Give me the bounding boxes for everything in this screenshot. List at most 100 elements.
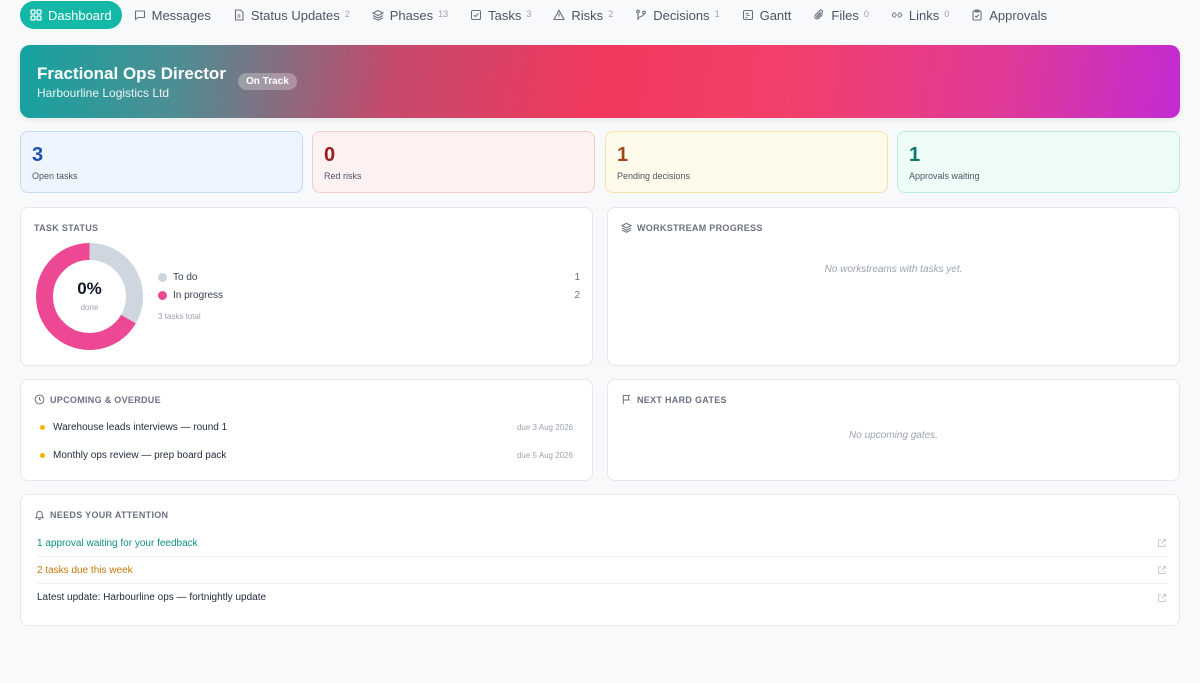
item-label: Warehouse leads interviews — round 1: [53, 421, 228, 433]
tab-approvals[interactable]: Approvals: [961, 1, 1057, 29]
hard-gates-panel: NEXT HARD GATES No upcoming gates.: [607, 379, 1180, 481]
client-name: Harbourline Logistics Ltd: [37, 86, 170, 100]
tab-dashboard[interactable]: Dashboard: [20, 1, 122, 29]
stat-value: 3: [32, 144, 44, 166]
panel-title: UPCOMING & OVERDUE: [34, 394, 161, 405]
clock-icon: [34, 394, 45, 405]
empty-message: No workstreams with tasks yet.: [824, 264, 963, 275]
stat-label: Approvals waiting: [909, 171, 980, 181]
stat-pending-decisions[interactable]: 1 Pending decisions: [605, 131, 888, 193]
tab-decisions[interactable]: Decisions 1: [625, 1, 729, 29]
list-item[interactable]: Warehouse leads interviews — round 1 due…: [40, 420, 573, 434]
item-label: Monthly ops review — prep board pack: [53, 449, 227, 461]
chat-icon: [134, 10, 145, 21]
tab-bar: Dashboard Messages Status Updates 2 Phas…: [20, 1, 1059, 29]
status-dot: [40, 452, 45, 458]
tab-label: Decisions: [653, 7, 710, 23]
legend-value: 1: [574, 271, 580, 283]
clipboard-icon: [972, 9, 982, 21]
legend-label: In progress: [173, 289, 224, 301]
list-item[interactable]: Monthly ops review — prep board pack due…: [40, 448, 573, 462]
tab-label: Risks: [571, 7, 604, 23]
tab-count: 2: [344, 9, 350, 19]
link-icon: [891, 12, 902, 18]
panel-title: TASK STATUS: [34, 223, 98, 233]
stat-open-tasks[interactable]: 3 Open tasks: [20, 131, 303, 193]
bell-icon: [34, 510, 45, 520]
tab-label: Files: [831, 7, 859, 23]
attention-label: Latest update: Harbourline ops — fortnig…: [37, 592, 267, 603]
workstream-title: WORKSTREAM PROGRESS: [637, 222, 763, 233]
attention-panel: NEEDS YOUR ATTENTION 1 approval waiting …: [20, 494, 1180, 626]
tasks-total: 3 tasks total: [158, 312, 201, 321]
stat-label: Open tasks: [32, 171, 78, 181]
external-link-icon[interactable]: [1157, 538, 1167, 548]
panel-title: WORKSTREAM PROGRESS: [621, 222, 763, 233]
layers-icon: [371, 9, 384, 21]
stat-value: 1: [909, 144, 921, 166]
project-title: Fractional Ops Director: [37, 64, 226, 83]
gantt-icon: [742, 9, 753, 21]
tab-count: 3: [526, 9, 532, 19]
legend-dot: [158, 272, 167, 282]
empty-message: No upcoming gates.: [849, 430, 938, 441]
attention-item-tasks[interactable]: 2 tasks due this week: [37, 557, 1167, 584]
document-icon: [234, 9, 244, 21]
tab-label: Links: [908, 7, 940, 23]
tab-count: 2: [608, 9, 614, 19]
tab-count: 0: [944, 9, 950, 19]
attention-item-latest-update[interactable]: Latest update: Harbourline ops — fortnig…: [37, 584, 1167, 611]
done-label: done: [80, 303, 99, 312]
tab-risks[interactable]: Risks 2: [543, 1, 623, 29]
attention-label: 1 approval waiting for your feedback: [37, 537, 198, 549]
stat-label: Red risks: [324, 171, 362, 181]
external-link-icon[interactable]: [1157, 565, 1167, 575]
tab-label: Approvals: [989, 7, 1048, 23]
layers-icon: [621, 222, 632, 233]
due-date: due 5 Aug 2026: [516, 450, 573, 460]
upcoming-title: UPCOMING & OVERDUE: [50, 394, 161, 405]
flag-icon: [622, 394, 631, 405]
tab-count: 13: [438, 9, 449, 19]
tab-gantt[interactable]: Gantt: [732, 1, 802, 29]
task-status-title: TASK STATUS: [34, 223, 99, 233]
grid-icon: [30, 9, 42, 21]
tab-tasks[interactable]: Tasks 3: [460, 1, 541, 29]
checkbox-icon: [471, 9, 482, 21]
attention-title: NEEDS YOUR ATTENTION: [50, 509, 169, 520]
warning-icon: [553, 9, 566, 21]
tab-phases[interactable]: Phases 13: [362, 1, 458, 29]
tab-label: Dashboard: [48, 7, 112, 23]
tab-label: Phases: [389, 7, 434, 23]
status-badge: On Track: [238, 73, 297, 90]
stat-approvals-waiting[interactable]: 1 Approvals waiting: [897, 131, 1180, 193]
tab-label: Gantt: [759, 7, 792, 23]
tab-count: 1: [714, 9, 720, 19]
legend-item-in-progress: In progress 2: [158, 288, 580, 302]
status-dot: [40, 424, 45, 430]
stat-red-risks[interactable]: 0 Red risks: [312, 131, 595, 193]
stat-label: Pending decisions: [617, 171, 691, 181]
percent-done: 0%: [77, 279, 102, 298]
legend-label: To do: [173, 271, 198, 283]
stat-value: 1: [617, 144, 629, 166]
due-date: due 3 Aug 2026: [516, 422, 573, 432]
legend-dot: [158, 290, 167, 300]
tab-label: Messages: [151, 7, 211, 23]
tab-label: Status Updates: [250, 7, 340, 23]
panel-title: NEEDS YOUR ATTENTION: [34, 509, 168, 520]
project-banner: Fractional Ops Director Harbourline Logi…: [20, 45, 1180, 118]
legend-value: 2: [574, 289, 580, 301]
task-status-panel: TASK STATUS 0% done To do 1 In progress …: [20, 207, 593, 366]
external-link-icon[interactable]: [1157, 593, 1167, 603]
attention-item-approvals[interactable]: 1 approval waiting for your feedback: [37, 530, 1167, 557]
tab-messages[interactable]: Messages: [124, 1, 221, 29]
upcoming-panel: UPCOMING & OVERDUE Warehouse leads inter…: [20, 379, 593, 481]
tab-files[interactable]: Files 0: [803, 1, 878, 29]
branch-icon: [636, 9, 647, 20]
tab-count: 0: [863, 9, 869, 19]
tab-status-updates[interactable]: Status Updates 2: [223, 1, 360, 29]
stat-value: 0: [324, 144, 336, 166]
tab-links[interactable]: Links 0: [881, 1, 959, 29]
paperclip-icon: [814, 9, 824, 20]
